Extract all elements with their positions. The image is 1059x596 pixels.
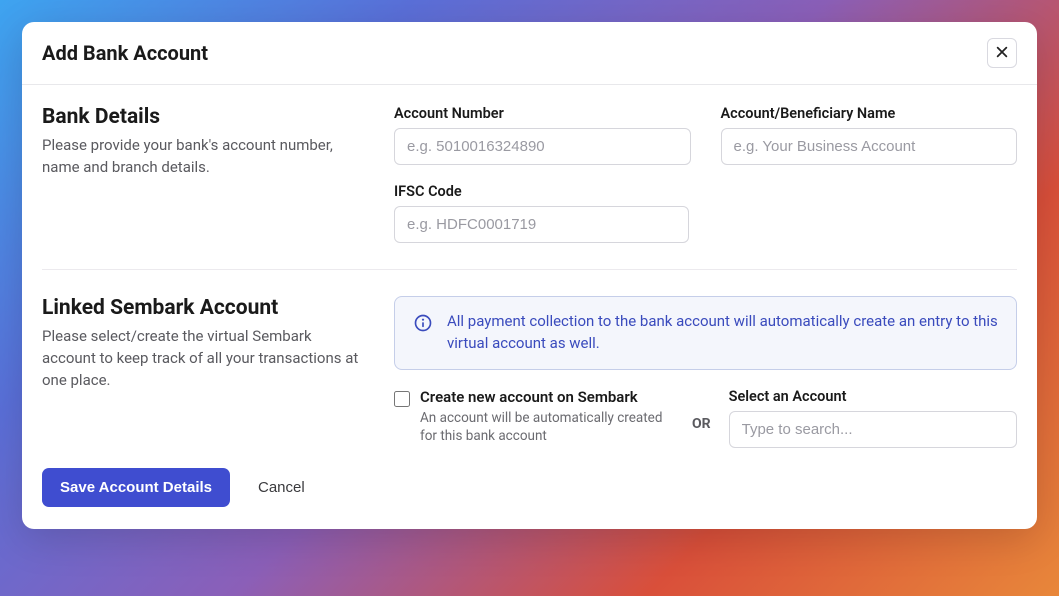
create-account-label: Create new account on Sembark	[420, 388, 674, 406]
modal-header: Add Bank Account	[22, 22, 1037, 85]
linked-account-section: Linked Sembark Account Please select/cre…	[42, 296, 1017, 468]
linked-title: Linked Sembark Account	[42, 296, 362, 320]
account-number-label: Account Number	[394, 105, 691, 122]
modal-footer: Save Account Details Cancel	[22, 468, 1037, 529]
close-icon	[995, 44, 1009, 62]
modal-title: Add Bank Account	[42, 41, 208, 65]
info-icon	[413, 313, 433, 333]
ifsc-label: IFSC Code	[394, 183, 689, 200]
account-number-input[interactable]	[394, 128, 691, 165]
linked-desc: Please select/create the virtual Sembark…	[42, 326, 362, 391]
save-button[interactable]: Save Account Details	[42, 468, 230, 507]
beneficiary-name-input[interactable]	[721, 128, 1018, 165]
select-account-label: Select an Account	[729, 388, 1017, 405]
modal-body: Bank Details Please provide your bank's …	[22, 85, 1037, 468]
bank-details-desc: Please provide your bank's account numbe…	[42, 135, 362, 179]
create-account-sub: An account will be automatically created…	[420, 409, 674, 445]
beneficiary-name-label: Account/Beneficiary Name	[721, 105, 1018, 122]
close-button[interactable]	[987, 38, 1017, 68]
info-banner: All payment collection to the bank accou…	[394, 296, 1017, 370]
bank-details-title: Bank Details	[42, 105, 362, 129]
create-account-checkbox[interactable]	[394, 391, 410, 407]
select-account-input[interactable]	[729, 411, 1017, 448]
info-text: All payment collection to the bank accou…	[447, 311, 998, 355]
bank-details-section: Bank Details Please provide your bank's …	[42, 105, 1017, 270]
ifsc-input[interactable]	[394, 206, 689, 243]
add-bank-account-modal: Add Bank Account Bank Details Please pro…	[22, 22, 1037, 529]
or-separator: OR	[692, 404, 711, 432]
cancel-button[interactable]: Cancel	[258, 479, 305, 496]
